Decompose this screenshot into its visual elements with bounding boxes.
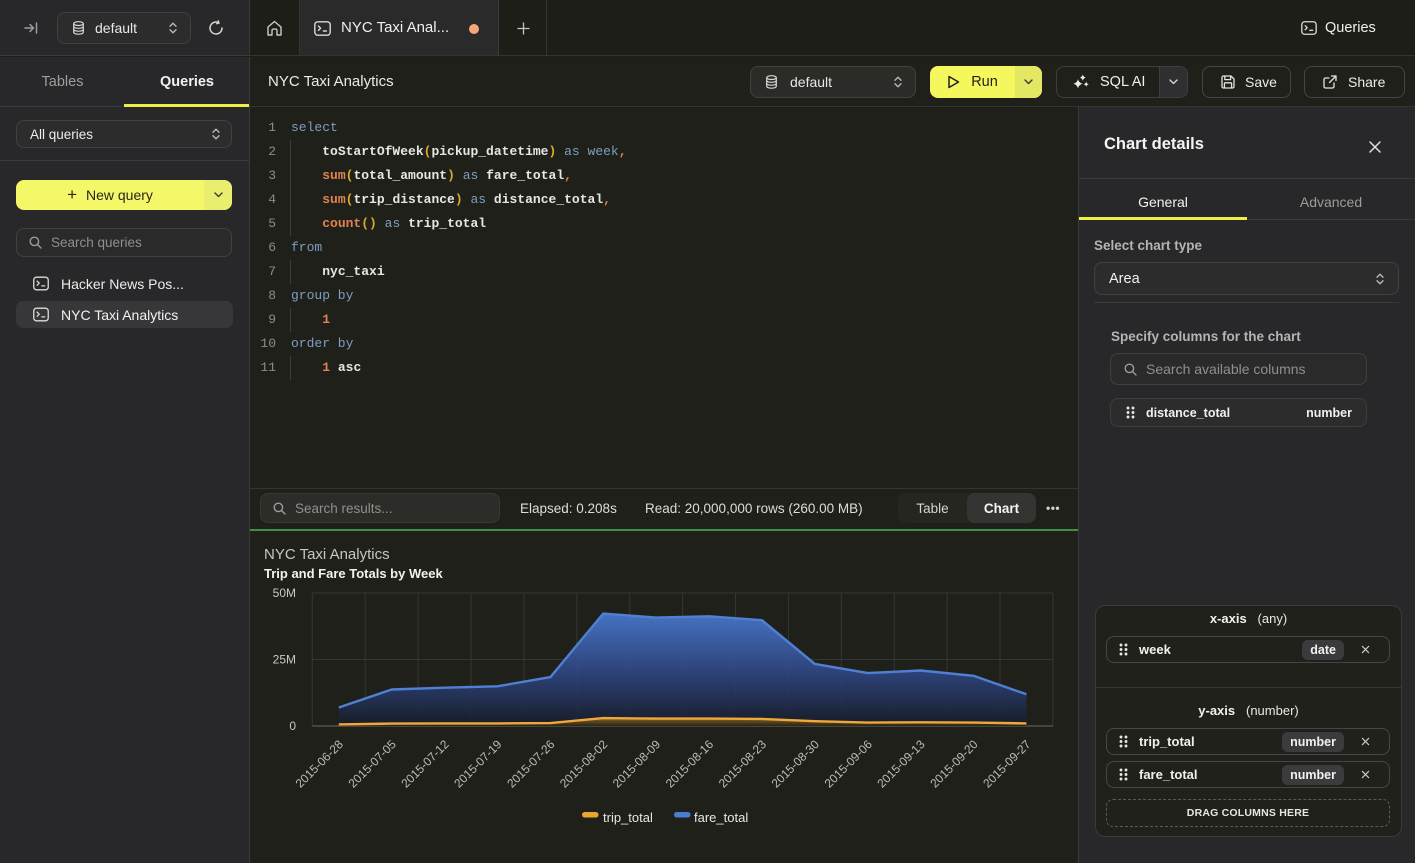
svg-text:25M: 25M bbox=[273, 653, 296, 667]
svg-text:50M: 50M bbox=[273, 586, 296, 600]
svg-text:2015-08-30: 2015-08-30 bbox=[769, 737, 823, 791]
svg-text:2015-09-06: 2015-09-06 bbox=[822, 737, 876, 791]
svg-text:2015-09-20: 2015-09-20 bbox=[927, 737, 981, 791]
svg-text:2015-08-09: 2015-08-09 bbox=[610, 737, 664, 791]
svg-text:2015-08-16: 2015-08-16 bbox=[663, 737, 717, 791]
svg-text:trip_total: trip_total bbox=[603, 810, 653, 825]
svg-text:2015-09-27: 2015-09-27 bbox=[980, 737, 1034, 791]
svg-text:2015-07-19: 2015-07-19 bbox=[451, 737, 505, 791]
svg-text:2015-08-02: 2015-08-02 bbox=[557, 737, 611, 791]
svg-text:2015-08-23: 2015-08-23 bbox=[716, 737, 770, 791]
svg-text:2015-06-28: 2015-06-28 bbox=[293, 737, 347, 791]
svg-text:0: 0 bbox=[289, 719, 296, 733]
svg-text:2015-07-05: 2015-07-05 bbox=[346, 737, 400, 791]
svg-text:2015-07-26: 2015-07-26 bbox=[504, 737, 558, 791]
svg-text:2015-07-12: 2015-07-12 bbox=[398, 737, 452, 791]
svg-text:fare_total: fare_total bbox=[694, 810, 748, 825]
svg-text:2015-09-13: 2015-09-13 bbox=[874, 737, 928, 791]
